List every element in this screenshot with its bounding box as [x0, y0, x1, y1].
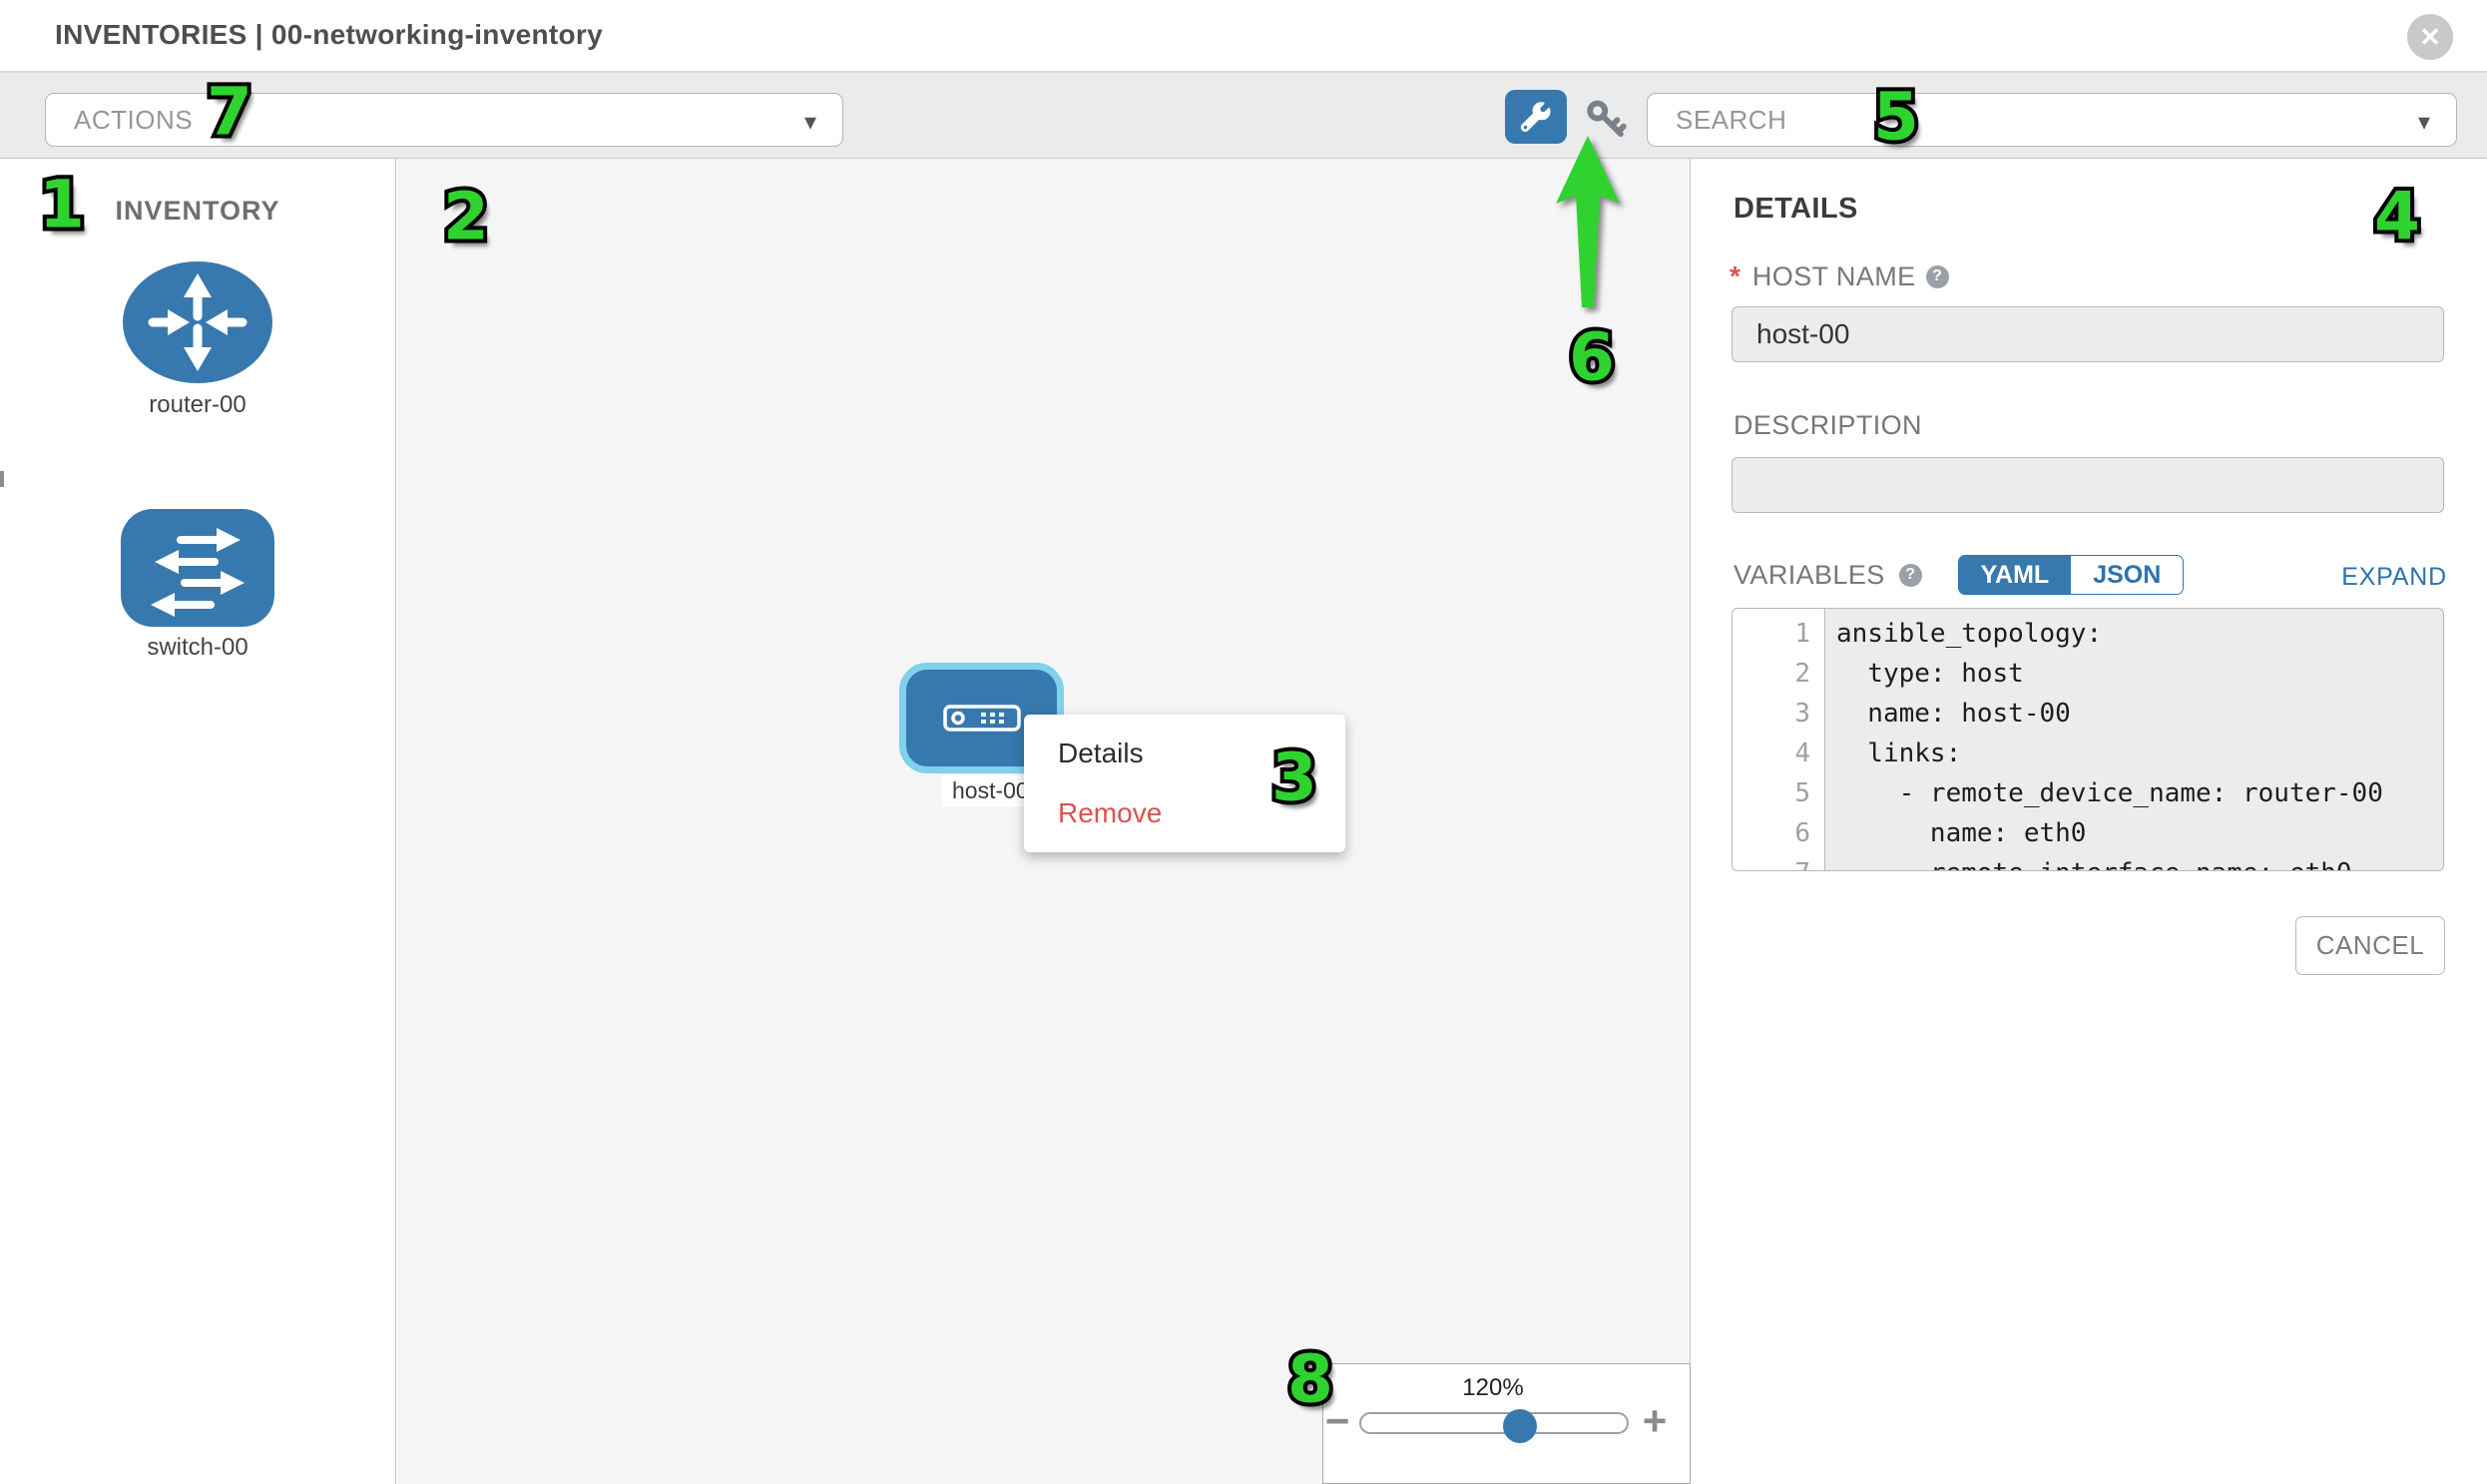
annotation-4: 4 [2374, 179, 2420, 255]
host-name-input[interactable] [1732, 306, 2444, 362]
line-number: 1 [1733, 619, 1824, 649]
host-name-label: HOST NAME [1752, 261, 1916, 292]
variables-label-row: VARIABLES ? YAML JSON [1734, 555, 2184, 595]
variables-format-toggle: YAML JSON [1958, 555, 2185, 595]
variables-label: VARIABLES [1734, 560, 1885, 591]
annotation-1: 1 [39, 167, 85, 244]
line-number: 5 [1733, 778, 1824, 808]
router-icon [122, 260, 273, 384]
zoom-slider-thumb[interactable] [1503, 1409, 1537, 1443]
help-icon[interactable]: ? [1899, 564, 1922, 587]
code-line: 7 remote_interface_name: eth0 [1733, 853, 2443, 871]
line-number: 2 [1733, 659, 1824, 689]
line-text: name: host-00 [1824, 699, 2071, 729]
host-name-label-row: * HOST NAME ? [1730, 260, 1949, 292]
annotation-8: 8 [1287, 1341, 1333, 1418]
search-dropdown[interactable]: SEARCH ▾ [1647, 93, 2457, 147]
search-dropdown-label: SEARCH [1676, 105, 1786, 136]
line-text: - remote_device_name: router-00 [1824, 778, 2383, 808]
page-title: INVENTORIES | 00-networking-inventory [55, 19, 603, 51]
line-text: remote_interface_name: eth0 [1824, 858, 2352, 871]
palette-item-switch[interactable]: switch-00 [121, 509, 274, 662]
details-panel-title: DETAILS [1734, 193, 1858, 226]
line-number: 7 [1733, 858, 1824, 871]
annotation-arrow-up [1542, 130, 1634, 324]
sidebar-resize-handle[interactable] [0, 471, 4, 487]
palette-item-router[interactable]: router-00 [122, 260, 273, 419]
line-text: type: host [1824, 659, 2024, 689]
inventory-sidebar: INVENTORY router-00 [0, 159, 396, 1484]
line-number: 3 [1733, 699, 1824, 729]
cancel-button[interactable]: CANCEL [2295, 916, 2445, 975]
zoom-slider-track[interactable] [1359, 1412, 1629, 1434]
code-line: 3 name: host-00 [1733, 694, 2443, 734]
line-text: ansible_topology: [1824, 619, 2102, 649]
code-line: 2 type: host [1733, 654, 2443, 694]
code-line: 4 links: [1733, 734, 2443, 773]
annotation-5: 5 [1873, 79, 1919, 156]
code-line: 6 name: eth0 [1733, 813, 2443, 853]
line-text: name: eth0 [1824, 818, 2086, 848]
actions-dropdown[interactable]: ACTIONS ▾ [45, 93, 843, 147]
host-icon [943, 705, 1021, 732]
chevron-down-icon: ▾ [2418, 108, 2430, 137]
close-icon: ✕ [2419, 22, 2441, 53]
expand-link[interactable]: EXPAND [2327, 563, 2447, 592]
zoom-in-button[interactable]: + [1635, 1397, 1675, 1445]
palette-item-label: router-00 [149, 391, 246, 419]
line-text: links: [1824, 739, 1961, 768]
annotation-3: 3 [1271, 740, 1317, 816]
code-line: 5 - remote_device_name: router-00 [1733, 773, 2443, 813]
toggle-json-button[interactable]: JSON [2071, 556, 2183, 594]
line-number: 6 [1733, 818, 1824, 848]
code-line: 1 ansible_topology: [1733, 614, 2443, 654]
actions-dropdown-label: ACTIONS [74, 105, 193, 136]
palette-item-label: switch-00 [147, 634, 248, 662]
line-number: 4 [1733, 739, 1824, 768]
required-asterisk: * [1730, 260, 1741, 292]
chevron-down-icon: ▾ [804, 108, 816, 137]
toggle-yaml-button[interactable]: YAML [1959, 556, 2072, 594]
close-button[interactable]: ✕ [2407, 14, 2453, 60]
annotation-6: 6 [1569, 319, 1615, 396]
zoom-level-value: 120% [1457, 1374, 1529, 1402]
switch-icon [121, 509, 274, 627]
wrench-icon [1519, 100, 1553, 134]
help-icon[interactable]: ? [1926, 265, 1949, 288]
annotation-2: 2 [443, 179, 489, 255]
annotation-7: 7 [207, 74, 252, 151]
description-input[interactable] [1732, 457, 2444, 513]
variables-code-editor[interactable]: 1 ansible_topology: 2 type: host 3 name:… [1732, 608, 2444, 871]
inventory-sidebar-title: INVENTORY [115, 196, 279, 227]
description-label: DESCRIPTION [1734, 410, 1922, 441]
